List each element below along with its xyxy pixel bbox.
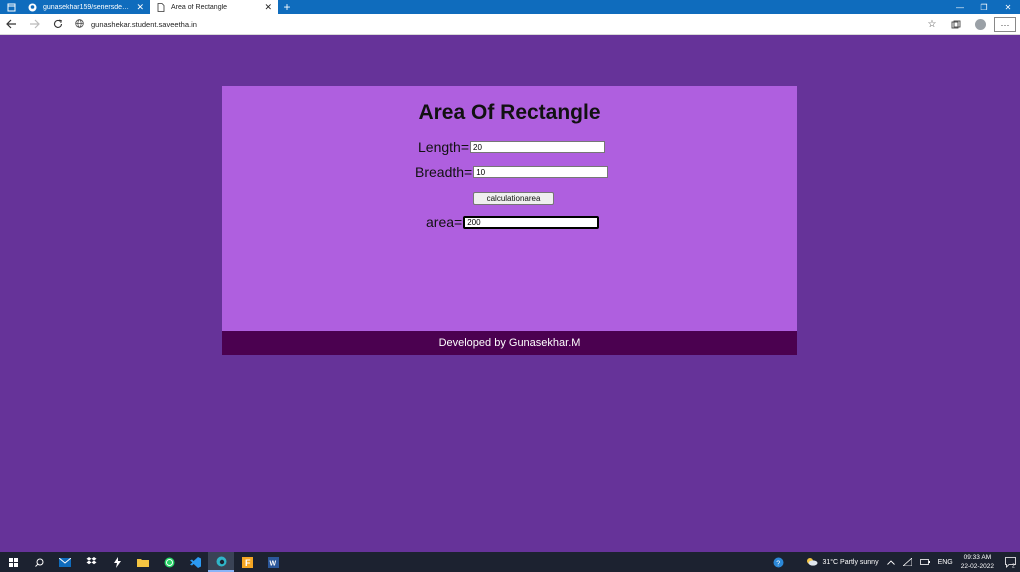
url-text: gunashekar.student.saveetha.in (91, 19, 197, 29)
tab-label: gunasekhar159/seriersdeproces (43, 3, 133, 11)
minimize-icon[interactable]: — (948, 0, 972, 14)
new-tab-button[interactable]: + (278, 0, 296, 14)
calculate-area-button[interactable]: calculationarea (473, 192, 554, 205)
edge-browser-icon[interactable] (208, 552, 234, 572)
tab-label: Area of Rectangle (171, 3, 228, 11)
area-output[interactable] (463, 215, 600, 229)
notification-center-icon[interactable]: 2 (1002, 556, 1020, 568)
weather-widget[interactable]: 31°C Partly sunny (806, 557, 879, 568)
favorites-star-icon[interactable]: ☆ (920, 14, 944, 35)
partly-sunny-icon (806, 557, 818, 568)
network-icon[interactable] (902, 558, 912, 566)
calculator-card: Area Of Rectangle Length= Breadth= calcu… (222, 86, 797, 331)
dropbox-icon[interactable] (78, 552, 104, 572)
search-icon[interactable] (26, 552, 52, 572)
chevron-up-icon[interactable] (886, 559, 895, 565)
notification-count: 2 (1012, 563, 1015, 568)
globe-icon (75, 18, 84, 30)
system-tray: ? 31°C Partly sunny ENG 09:33 AM 22-02-2… (769, 552, 1020, 572)
battery-icon[interactable] (919, 559, 930, 565)
length-row: Length= (418, 139, 605, 155)
github-icon (28, 3, 37, 12)
window-controls: — ❐ ✕ (948, 0, 1020, 14)
more-options-button[interactable]: ··· (994, 17, 1016, 32)
clock[interactable]: 09:33 AM 22-02-2022 (961, 553, 994, 571)
page-icon (156, 2, 165, 12)
close-window-icon[interactable]: ✕ (996, 0, 1020, 14)
toolbar-right: ☆ ··· (920, 14, 1016, 35)
breadth-input[interactable] (473, 166, 609, 178)
word-icon[interactable]: W (260, 552, 286, 572)
refresh-icon[interactable] (46, 14, 69, 35)
page-title: Area Of Rectangle (418, 101, 601, 124)
taskbar: F W ? 31°C Partly sunny ENG 09:33 AM 22-… (0, 552, 1020, 572)
page-footer: Developed by Gunasekhar.M (222, 331, 797, 355)
tab-actions-menu-icon[interactable] (0, 0, 22, 14)
mail-icon[interactable] (52, 552, 78, 572)
time-text: 09:33 AM (963, 554, 992, 561)
close-tab-icon[interactable]: ✕ (136, 2, 144, 13)
vscode-icon[interactable] (182, 552, 208, 572)
weather-text: 31°C Partly sunny (822, 558, 879, 566)
area-row: area= (426, 214, 600, 230)
whatsapp-icon[interactable] (156, 552, 182, 572)
breadth-label: Breadth= (415, 164, 473, 180)
length-label: Length= (418, 139, 469, 155)
help-icon[interactable]: ? (773, 557, 784, 568)
collections-icon[interactable] (944, 14, 968, 35)
restore-icon[interactable]: ❐ (972, 0, 996, 14)
app-f-icon[interactable]: F (234, 552, 260, 572)
start-windows-icon[interactable] (0, 552, 26, 572)
tab-github[interactable]: gunasekhar159/seriersdeproces ✕ (22, 0, 150, 14)
tab-area-of-rectangle[interactable]: Area of Rectangle ✕ (150, 0, 278, 14)
file-explorer-icon[interactable] (130, 552, 156, 572)
close-tab-icon[interactable]: ✕ (264, 2, 272, 13)
date-text: 22-02-2022 (960, 563, 994, 570)
url-field[interactable]: gunashekar.student.saveetha.in (75, 18, 197, 30)
language-indicator[interactable]: ENG (938, 559, 953, 566)
length-input[interactable] (470, 141, 605, 153)
address-bar: gunashekar.student.saveetha.in ☆ ··· (0, 14, 1020, 35)
app-bolt-icon[interactable] (104, 552, 130, 572)
area-label: area= (426, 214, 463, 230)
breadth-row: Breadth= (415, 164, 609, 180)
tab-strip: gunasekhar159/seriersdeproces ✕ Area of … (0, 0, 1020, 14)
forward-icon[interactable] (23, 14, 46, 35)
svg-text:W: W (269, 560, 276, 567)
profile-avatar-icon[interactable] (968, 14, 992, 35)
back-icon[interactable] (0, 14, 23, 35)
svg-text:F: F (245, 558, 251, 568)
svg-text:?: ? (777, 560, 781, 567)
